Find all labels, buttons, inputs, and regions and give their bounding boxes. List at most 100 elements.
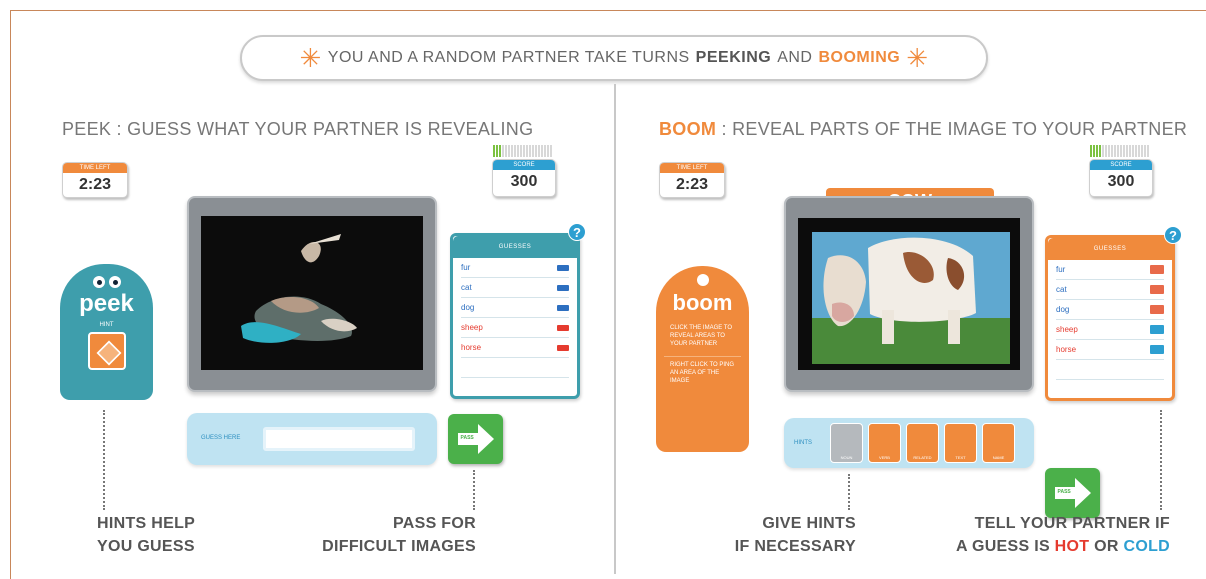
boom-timer: TIME LEFT 2:23 (659, 162, 725, 198)
score-value: 300 (510, 173, 538, 190)
hot-toggle[interactable] (1150, 305, 1164, 314)
hint-tile-verb[interactable]: VERB (868, 423, 901, 463)
caption-give-hints: GIVE HINTS IF NECESSARY (698, 512, 856, 558)
hot-word: HOT (1054, 538, 1090, 555)
caption-pass-difficult: PASS FOR DIFFICULT IMAGES (276, 512, 476, 558)
hint-box-icon[interactable] (87, 332, 126, 370)
caption-line: IF NECESSARY (734, 538, 856, 555)
arrow-right-icon: PASS (456, 424, 496, 454)
hint-tile-name[interactable]: NAME (982, 423, 1015, 463)
eyes (60, 276, 153, 288)
peek-character: peek HINT (60, 264, 153, 400)
peek-title-rest: : GUESS WHAT YOUR PARTNER IS REVEALING (116, 119, 534, 139)
caption-line: TELL YOUR PARTNER IF (974, 515, 1170, 532)
boom-pass-button[interactable]: PASS (1045, 468, 1100, 518)
banner-text: YOU AND A RANDOM PARTNER TAKE TURNS (327, 49, 690, 66)
guess-word: cat (461, 283, 472, 292)
star-icon: ✳ (906, 43, 929, 73)
hint-label: HINT (99, 322, 114, 328)
hint-tile-text[interactable]: TEXT (944, 423, 977, 463)
guess-tag (557, 324, 569, 331)
boom-title-word: BOOM (659, 119, 717, 139)
hot-toggle[interactable] (1150, 285, 1164, 294)
guess-word: dog (461, 303, 475, 312)
star-icon: ✳ (299, 43, 322, 73)
peek-monitor (187, 196, 437, 392)
peek-pass-button[interactable]: PASS (448, 414, 503, 464)
cold-toggle[interactable] (1150, 345, 1164, 354)
guess-input[interactable] (263, 427, 415, 451)
peek-label: peek (79, 290, 134, 317)
caption-part: A GUESS IS (955, 538, 1050, 555)
cold-word: COLD (1123, 538, 1170, 555)
boom-character: boom CLICK THE IMAGE TO REVEAL AREAS TO … (656, 266, 749, 452)
guess-row: fur (461, 258, 569, 278)
score-caption: SCORE (493, 160, 555, 170)
hint-tile-related[interactable]: RELATED (906, 423, 939, 463)
guess-word: horse (461, 343, 482, 352)
guess-word: sheep (461, 323, 483, 332)
peek-title-word: PEEK (62, 119, 112, 139)
cow-image (812, 232, 1010, 364)
timer-caption: TIME LEFT (63, 163, 127, 173)
dotted-connector (103, 410, 105, 510)
peek-score-meter (493, 145, 552, 157)
banner-and: AND (777, 49, 813, 66)
timer-caption: TIME LEFT (660, 163, 724, 173)
guess-row: sheep (461, 318, 569, 338)
timer-value: 2:23 (675, 176, 709, 193)
boom-image-area[interactable] (798, 218, 1020, 370)
caption-line: A GUESS IS HOT OR COLD (900, 535, 1170, 558)
caption-line: GIVE HINTS (762, 515, 856, 532)
guesses-header: GUESSES (453, 236, 577, 258)
dotted-connector (1160, 410, 1162, 510)
boom-title: BOOM : REVEAL PARTS OF THE IMAGE TO YOUR… (659, 119, 1206, 140)
dotted-connector (848, 474, 850, 510)
help-icon[interactable]: ? (568, 223, 586, 241)
tag-hole (696, 274, 709, 286)
caption-line: DIFFICULT IMAGES (322, 538, 476, 555)
peek-timer: TIME LEFT 2:23 (62, 162, 128, 198)
caption-line: PASS FOR (392, 515, 476, 532)
instructions-banner: ✳ YOU AND A RANDOM PARTNER TAKE TURNS PE… (240, 35, 988, 81)
guess-row: fur (1056, 260, 1164, 280)
caption-hints-help: HINTS HELP YOU GUESS (97, 512, 257, 558)
guess-word: dog (1056, 305, 1070, 314)
guess-word: sheep (1056, 325, 1078, 334)
timer-value: 2:23 (78, 176, 112, 193)
boom-label: boom (672, 290, 733, 315)
boom-instructions: CLICK THE IMAGE TO REVEAL AREAS TO YOUR … (670, 325, 733, 347)
guess-row-empty (1056, 360, 1164, 380)
hot-toggle[interactable] (1150, 265, 1164, 274)
guess-row: sheep (1056, 320, 1164, 340)
boom-score: SCORE 300 (1089, 159, 1153, 197)
guess-row: horse (1056, 340, 1164, 360)
section-divider (614, 84, 616, 574)
peek-image-area[interactable] (201, 216, 423, 370)
guesses-header: GUESSES (1048, 238, 1172, 260)
guess-tag (557, 304, 569, 311)
help-icon[interactable]: ? (1164, 226, 1182, 244)
guess-word: cat (1056, 285, 1067, 294)
cold-toggle[interactable] (1150, 325, 1164, 334)
hint-tile-noun[interactable]: NOUN (830, 423, 863, 463)
score-caption: SCORE (1090, 160, 1152, 170)
banner-booming: BOOMING (818, 49, 901, 66)
boom-instructions-2: RIGHT CLICK TO PING AN AREA OF THE IMAGE (670, 362, 735, 384)
boom-title-rest: : REVEAL PARTS OF THE IMAGE TO YOUR PART… (721, 119, 1188, 139)
peek-score: SCORE 300 (492, 159, 556, 197)
peek-guesses-panel: GUESSES fur cat dog sheep horse (450, 233, 580, 399)
guess-label: GUESS HERE (201, 435, 241, 441)
boom-monitor (784, 196, 1034, 392)
caption-part: OR (1094, 538, 1119, 555)
guess-bar: GUESS HERE (187, 413, 437, 465)
guess-tag (557, 284, 569, 291)
score-value: 300 (1107, 173, 1135, 190)
guess-tag (557, 264, 569, 271)
hints-label: HINTS (794, 440, 812, 446)
guess-row: cat (461, 278, 569, 298)
boom-guesses-panel: GUESSES fur cat dog sheep horse (1045, 235, 1175, 401)
guess-word: horse (1056, 345, 1077, 354)
hints-bar: HINTS NOUN VERB RELATED TEXT NAME (784, 418, 1034, 468)
caption-line: YOU GUESS (97, 538, 195, 555)
